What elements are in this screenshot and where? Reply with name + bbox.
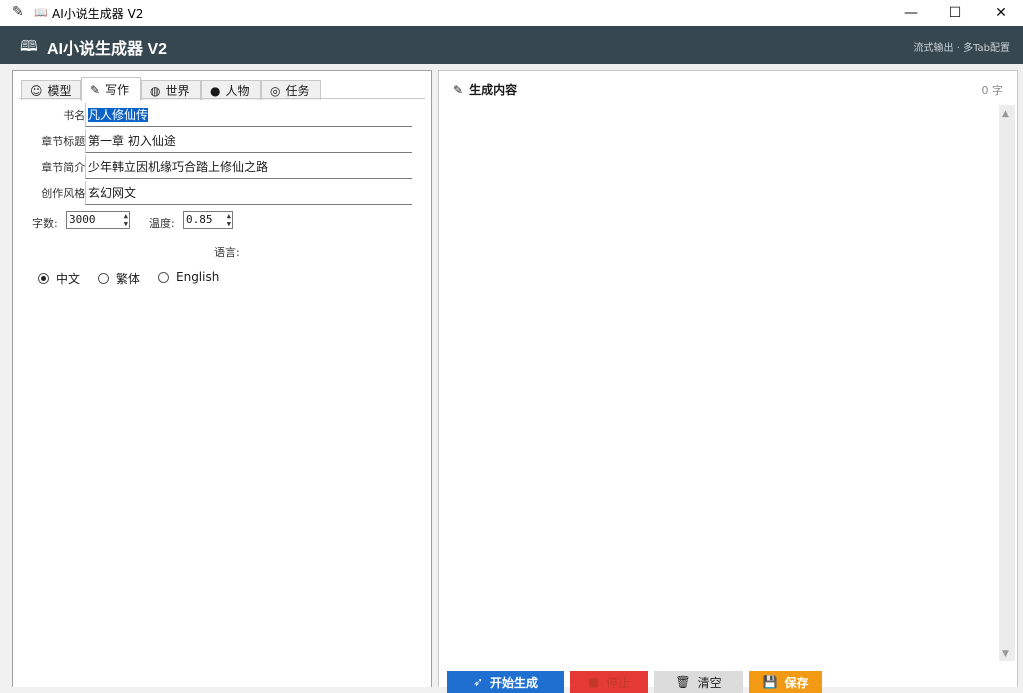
chapter-title-input[interactable]: 第一章 初入仙途	[85, 129, 412, 153]
globe-icon: ◍	[150, 83, 161, 98]
close-icon: ✕	[995, 5, 1007, 21]
output-panel: ✎ 生成内容 0 字 ▲ ▼ ➶ 开始生成 ■ 停止 🗑 清空 💾 保存	[438, 70, 1018, 693]
edit-icon: ✎	[90, 82, 101, 97]
spin-arrows-icon[interactable]: ▲ ▼	[124, 212, 128, 228]
radio-label: English	[176, 270, 220, 284]
language-option-zh[interactable]: 中文	[38, 270, 80, 287]
book-icon: 🕮	[20, 37, 38, 55]
close-button[interactable]: ✕	[978, 0, 1023, 26]
spin-arrows-icon[interactable]: ▲ ▼	[227, 212, 231, 228]
word-count-label: 字数:	[32, 217, 58, 230]
language-option-en[interactable]: English	[158, 270, 219, 284]
tab-label: 世界	[165, 84, 190, 98]
save-label: 保存	[784, 675, 809, 690]
tab-label: 模型	[47, 84, 72, 98]
book-name-row: 书名: 凡人修仙传	[19, 103, 425, 127]
tab-label: 任务	[285, 84, 310, 98]
tab-model[interactable]: ☺ 模型	[21, 80, 81, 100]
word-count-spinbox[interactable]: 3000 ▲ ▼	[66, 211, 130, 229]
app-title: AI小说生成器 V2	[47, 41, 168, 58]
window-title: AI小说生成器 V2	[52, 7, 144, 21]
stop-button[interactable]: ■ 停止	[570, 671, 648, 693]
style-label: 创作风格:	[41, 187, 89, 200]
language-option-zh-tw[interactable]: 繁体	[98, 270, 140, 287]
person-icon: ●	[210, 83, 221, 98]
radio-selected-icon	[38, 273, 49, 284]
tab-world[interactable]: ◍ 世界	[141, 80, 201, 100]
clear-label: 清空	[697, 675, 722, 690]
robot-icon: ☺	[30, 83, 43, 98]
save-button[interactable]: 💾 保存	[749, 671, 822, 693]
clear-button[interactable]: 🗑 清空	[654, 671, 743, 693]
output-title: ✎ 生成内容	[453, 81, 517, 98]
app-subtitle: 流式输出 · 多Tab配置	[913, 43, 1010, 54]
book-name-value: 凡人修仙传	[88, 108, 149, 122]
radio-icon	[158, 271, 169, 283]
config-panel: ☺ 模型 ✎ 写作 ◍ 世界 ● 人物 ◎ 任务 书名: 凡人修仙传 章节标题: 第一章 …	[12, 70, 432, 687]
radio-label: 中文	[56, 272, 81, 286]
radio-label: 繁体	[116, 272, 141, 286]
chapter-summary-label: 章节简介:	[41, 161, 89, 174]
word-count-value: 3000	[69, 213, 96, 226]
word-counter: 0 字	[981, 84, 1004, 97]
writing-tab-content: 书名: 凡人修仙传 章节标题: 第一章 初入仙途 章节简介: 少年韩立因机缘巧合…	[19, 98, 425, 688]
chapter-summary-input[interactable]: 少年韩立因机缘巧合踏上修仙之路	[85, 155, 412, 179]
minimize-icon: —	[904, 5, 918, 21]
tab-characters[interactable]: ● 人物	[201, 80, 261, 100]
tab-label: 人物	[225, 84, 250, 98]
start-generate-button[interactable]: ➶ 开始生成	[447, 671, 564, 693]
output-textarea[interactable]	[447, 105, 1007, 661]
radio-icon	[98, 273, 109, 284]
output-title-text: 生成内容	[469, 83, 518, 97]
start-label: 开始生成	[490, 675, 539, 690]
chapter-title-label: 章节标题:	[41, 135, 89, 148]
book-icon: 📖	[34, 6, 48, 19]
temperature-label: 温度:	[149, 217, 175, 230]
temperature-value: 0.85	[186, 213, 213, 226]
chapter-summary-row: 章节简介: 少年韩立因机缘巧合踏上修仙之路	[19, 155, 425, 179]
tab-label: 写作	[105, 83, 130, 97]
minimize-button[interactable]: —	[888, 0, 934, 26]
edit-icon: ✎	[453, 82, 464, 97]
tab-strip: ☺ 模型 ✎ 写作 ◍ 世界 ● 人物 ◎ 任务	[19, 77, 425, 101]
target-icon: ◎	[270, 83, 281, 98]
chapter-title-row: 章节标题: 第一章 初入仙途	[19, 129, 425, 153]
feather-icon: ✎	[12, 4, 24, 20]
tab-tasks[interactable]: ◎ 任务	[261, 80, 321, 100]
language-label: 语言:	[214, 246, 240, 259]
temperature-spinbox[interactable]: 0.85 ▲ ▼	[183, 211, 233, 229]
stop-label: 停止	[606, 675, 631, 690]
tab-writing[interactable]: ✎ 写作	[81, 77, 141, 101]
window-titlebar: ✎ 📖 AI小说生成器 V2 — ☐ ✕	[0, 0, 1023, 26]
book-name-input[interactable]: 凡人修仙传	[85, 103, 412, 127]
app-header: 🕮 AI小说生成器 V2 流式输出 · 多Tab配置	[0, 26, 1023, 64]
maximize-icon: ☐	[948, 5, 962, 21]
style-row: 创作风格: 玄幻网文	[19, 181, 425, 205]
style-input[interactable]: 玄幻网文	[85, 181, 412, 205]
maximize-button[interactable]: ☐	[932, 0, 978, 26]
